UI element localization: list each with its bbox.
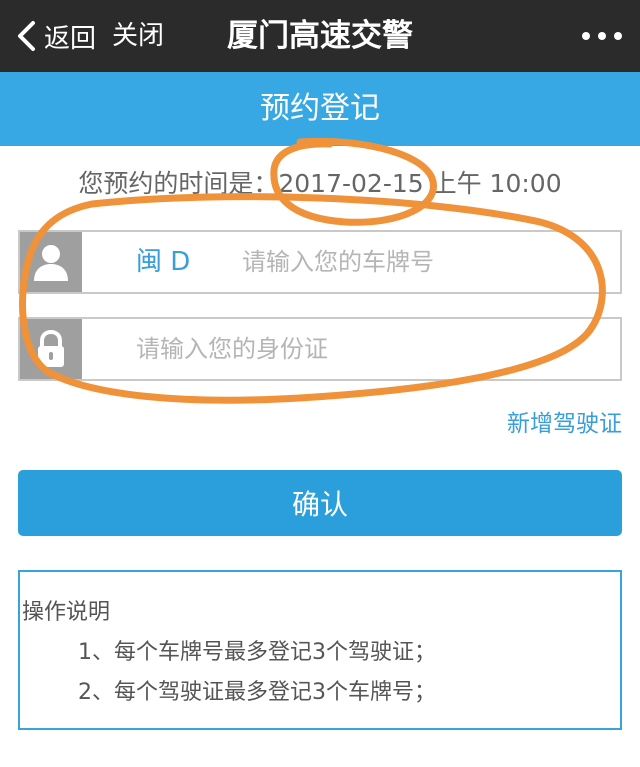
user-icon: [20, 232, 82, 292]
back-button[interactable]: 返回: [16, 16, 96, 56]
appointment-time: 您预约的时间是：2017-02-15 上午 10:00: [78, 169, 562, 198]
instructions-box: 操作说明 1、每个车牌号最多登记3个驾驶证； 2、每个驾驶证最多登记3个车牌号；: [18, 570, 622, 730]
plate-prefix[interactable]: 闽 D: [136, 232, 190, 292]
close-button[interactable]: 关闭: [112, 16, 164, 56]
more-menu-button[interactable]: [582, 26, 622, 46]
id-card-input[interactable]: [136, 325, 606, 373]
more-dots-icon: [598, 32, 606, 40]
plate-input-row: 闽 D: [18, 230, 622, 294]
top-nav-bar: 返回 关闭 厦门高速交警: [0, 0, 640, 72]
plate-number-input[interactable]: [242, 238, 612, 286]
more-dots-icon: [614, 32, 622, 40]
id-card-input-row: [18, 317, 622, 381]
section-title: 预约登记: [0, 72, 640, 146]
instruction-item: 1、每个车牌号最多登记3个驾驶证；: [78, 640, 436, 665]
instruction-item: 2、每个驾驶证最多登记3个车牌号；: [78, 680, 436, 705]
chevron-left-icon: [18, 21, 35, 51]
confirm-button[interactable]: 确认: [18, 470, 622, 536]
back-label: 返回: [44, 23, 97, 54]
lock-icon: [20, 319, 82, 379]
add-license-link[interactable]: 新增驾驶证: [507, 406, 622, 442]
instructions-title: 操作说明: [22, 600, 111, 625]
more-dots-icon: [582, 32, 590, 40]
page-title: 厦门高速交警: [227, 18, 413, 54]
